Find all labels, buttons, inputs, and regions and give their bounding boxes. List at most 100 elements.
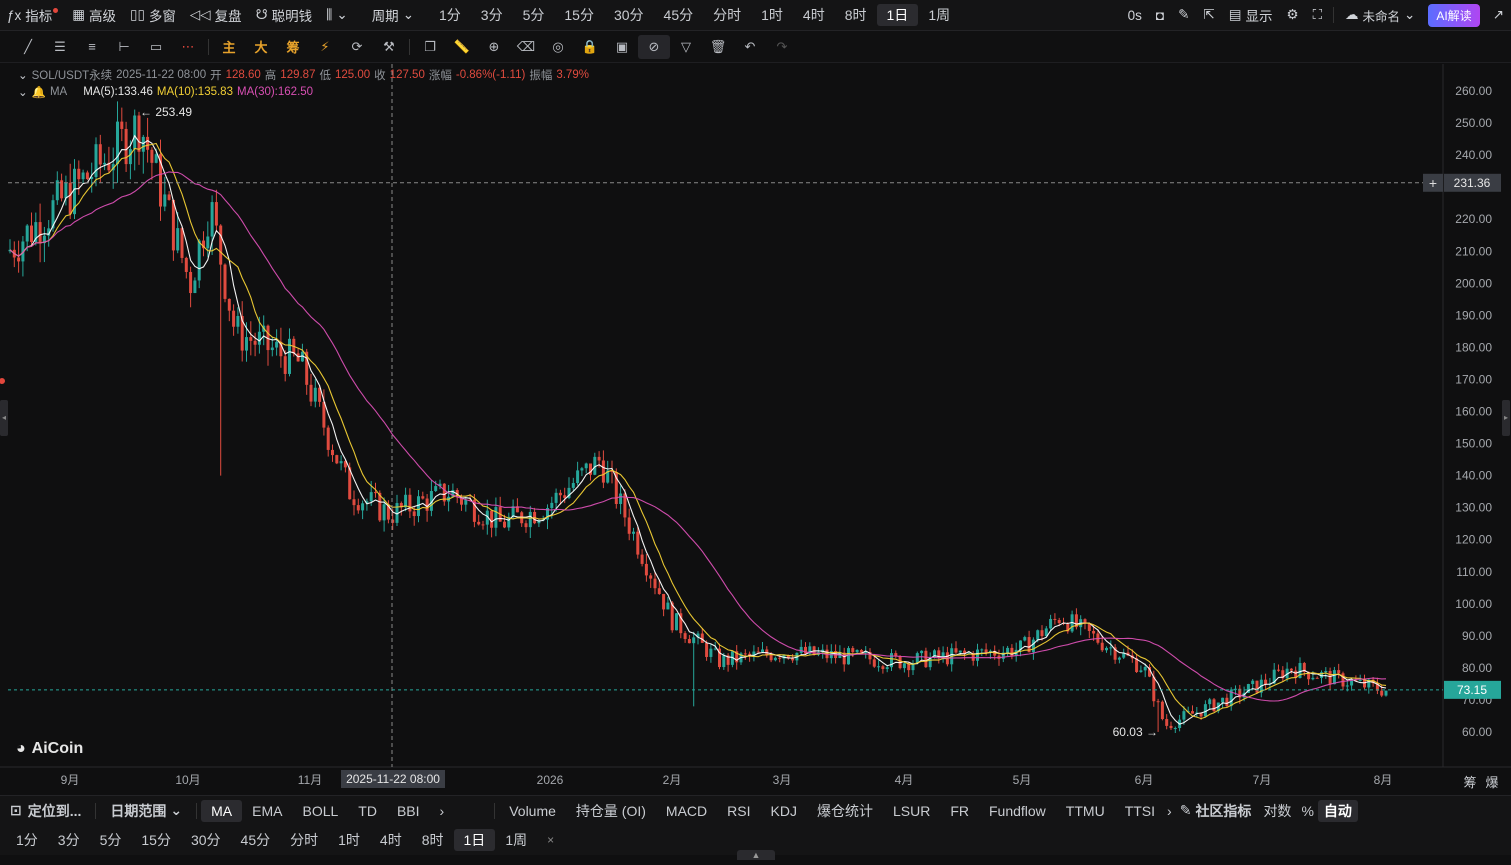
copy-icon[interactable]: ❐ — [414, 35, 446, 59]
tf-30m[interactable]: 30分 — [604, 4, 654, 26]
sub-lsur[interactable]: LSUR — [883, 800, 940, 822]
sub-macd[interactable]: MACD — [656, 800, 717, 822]
btf-3m[interactable]: 3分 — [48, 829, 90, 851]
magnet-icon[interactable]: ⊘ — [638, 34, 670, 59]
candlestick-chart-svg[interactable]: 260.00250.00240.00230.00220.00210.00200.… — [0, 64, 1511, 795]
tf-1d[interactable]: 1日 — [876, 4, 919, 26]
btf-30m[interactable]: 30分 — [181, 829, 231, 851]
sub-fundflow[interactable]: Fundflow — [979, 800, 1056, 822]
settings-icon[interactable]: ⚙ — [1279, 3, 1305, 27]
undo-icon[interactable]: ↶ — [734, 35, 766, 59]
log-scale-toggle[interactable]: 对数 — [1257, 800, 1297, 822]
tf-intraday[interactable]: 分时 — [703, 4, 751, 26]
btf-intraday[interactable]: 分时 — [280, 829, 328, 851]
trendline-icon[interactable]: ╱ — [12, 35, 44, 59]
btf-5m[interactable]: 5分 — [90, 829, 132, 851]
btf-1w[interactable]: 1周 — [495, 829, 537, 851]
large-order-toggle[interactable]: 大 — [245, 35, 277, 59]
redo-icon[interactable]: ↷ — [766, 35, 798, 59]
btf-1d[interactable]: 1日 — [453, 829, 496, 851]
sub-liquidation[interactable]: 爆仓统计 — [807, 800, 883, 822]
rectangle-icon[interactable]: ▭ — [140, 35, 172, 59]
ruler-icon[interactable]: 📏 — [446, 35, 478, 59]
tf-4h[interactable]: 4时 — [793, 4, 835, 26]
ind-ma[interactable]: MA — [201, 799, 243, 822]
candle-body — [85, 172, 89, 180]
sub-kdj[interactable]: KDJ — [761, 800, 807, 822]
replay-button[interactable]: ◁◁ 复盘 — [183, 3, 249, 27]
brush-icon[interactable]: ⚒ — [373, 35, 405, 59]
chips-toggle[interactable]: 筹 — [277, 35, 309, 59]
left-panel-handle[interactable]: ◂ — [0, 400, 8, 436]
export-icon[interactable]: ⇱ — [1196, 3, 1221, 27]
period-dropdown[interactable]: 周期 ⌄ — [365, 3, 421, 27]
btf-8h[interactable]: 8时 — [412, 829, 454, 851]
sub-ttmu[interactable]: TTMU — [1056, 800, 1115, 822]
advanced-button[interactable]: ▦ 高级 — [65, 3, 123, 27]
multi-window-button[interactable]: ▯▯ 多窗 — [123, 3, 183, 27]
date-range-dropdown[interactable]: 日期范围 ⌄ — [100, 800, 192, 822]
community-indicators-button[interactable]: ✎ 社区指标 — [1174, 800, 1258, 822]
sub-oi[interactable]: 持仓量 (OI) — [566, 800, 656, 822]
display-button[interactable]: ▤ 显示 — [1222, 3, 1280, 27]
horizontal-ray-icon[interactable]: ⊢ — [108, 35, 140, 59]
percent-scale-toggle[interactable]: % — [1297, 800, 1317, 822]
btf-45m[interactable]: 45分 — [231, 829, 281, 851]
bell-icon[interactable]: 🔔 — [32, 85, 46, 99]
tf-1h[interactable]: 1时 — [751, 4, 793, 26]
parallel-lines-icon[interactable]: ☰ — [44, 35, 76, 59]
horizontal-lines-icon[interactable]: ≡ — [76, 35, 108, 59]
fullscreen-icon[interactable]: ⛶ — [1306, 3, 1329, 27]
sub-volume[interactable]: Volume — [499, 800, 566, 822]
ind-ema[interactable]: EMA — [242, 800, 292, 822]
chevron-right-icon[interactable]: › — [430, 800, 455, 822]
collapse-icon[interactable]: ⌄ — [18, 85, 28, 99]
smart-money-button[interactable]: ☋ 聪明钱 — [249, 3, 320, 27]
tf-1m[interactable]: 1分 — [429, 4, 471, 26]
eraser-icon[interactable]: ⌫ — [510, 35, 542, 59]
indicators-button[interactable]: ƒx 指标 — [0, 3, 65, 27]
price-chart[interactable]: 260.00250.00240.00230.00220.00210.00200.… — [0, 64, 1511, 795]
chart-type-button[interactable]: ⫼ ⌄ — [319, 3, 355, 27]
btf-1h[interactable]: 1时 — [328, 829, 370, 851]
alert-icon[interactable]: ⚡ — [309, 35, 341, 59]
eye-off-icon[interactable]: ◎ — [542, 35, 574, 59]
btf-4h[interactable]: 4时 — [370, 829, 412, 851]
collapse-icon[interactable]: ⌄ — [18, 68, 28, 82]
tf-3m[interactable]: 3分 — [471, 4, 513, 26]
tf-8h[interactable]: 8时 — [835, 4, 877, 26]
more-dots-icon[interactable]: ⋯ — [172, 35, 204, 59]
tf-15m[interactable]: 15分 — [554, 4, 604, 26]
candle-body — [490, 510, 494, 528]
layout-dropdown[interactable]: ☁ 未命名 ⌄ — [1338, 3, 1422, 27]
main-chart-toggle[interactable]: 主 — [213, 35, 245, 59]
sub-ttsi[interactable]: TTSI — [1115, 800, 1165, 822]
tf-45m[interactable]: 45分 — [654, 4, 704, 26]
sub-rsi[interactable]: RSI — [717, 800, 760, 822]
pencil-icon[interactable]: ✎ — [1171, 3, 1196, 27]
collapse-panel-handle[interactable]: ▲ — [737, 850, 775, 860]
chevron-right-icon[interactable]: › — [1165, 800, 1174, 822]
locate-button[interactable]: ⊡ 定位到... — [0, 800, 91, 822]
filter-icon[interactable]: ▽ — [670, 35, 702, 59]
ai-read-button[interactable]: AI解读 — [1428, 3, 1480, 27]
candle-body — [77, 168, 81, 180]
zoom-icon[interactable]: ⊕ — [478, 35, 510, 59]
template-icon[interactable]: ▣ — [606, 35, 638, 59]
btf-1m[interactable]: 1分 — [6, 829, 48, 851]
sub-fr[interactable]: FR — [940, 800, 979, 822]
right-panel-handle[interactable]: ▸ — [1502, 400, 1510, 436]
auto-scale-toggle[interactable]: 自动 — [1317, 799, 1358, 822]
tf-5m[interactable]: 5分 — [513, 4, 555, 26]
trash-icon[interactable]: 🗑 — [702, 35, 734, 59]
camera-icon[interactable]: ◘ — [1149, 3, 1171, 27]
close-icon[interactable]: × — [537, 829, 564, 851]
lock-icon[interactable]: 🔒 — [574, 35, 606, 59]
btf-15m[interactable]: 15分 — [131, 829, 181, 851]
share-icon[interactable]: ↗ — [1486, 3, 1511, 27]
ind-boll[interactable]: BOLL — [292, 800, 348, 822]
sync-icon[interactable]: ⟳ — [341, 35, 373, 59]
tf-1w[interactable]: 1周 — [918, 4, 960, 26]
ind-bbi[interactable]: BBI — [387, 800, 430, 822]
ind-td[interactable]: TD — [348, 800, 387, 822]
